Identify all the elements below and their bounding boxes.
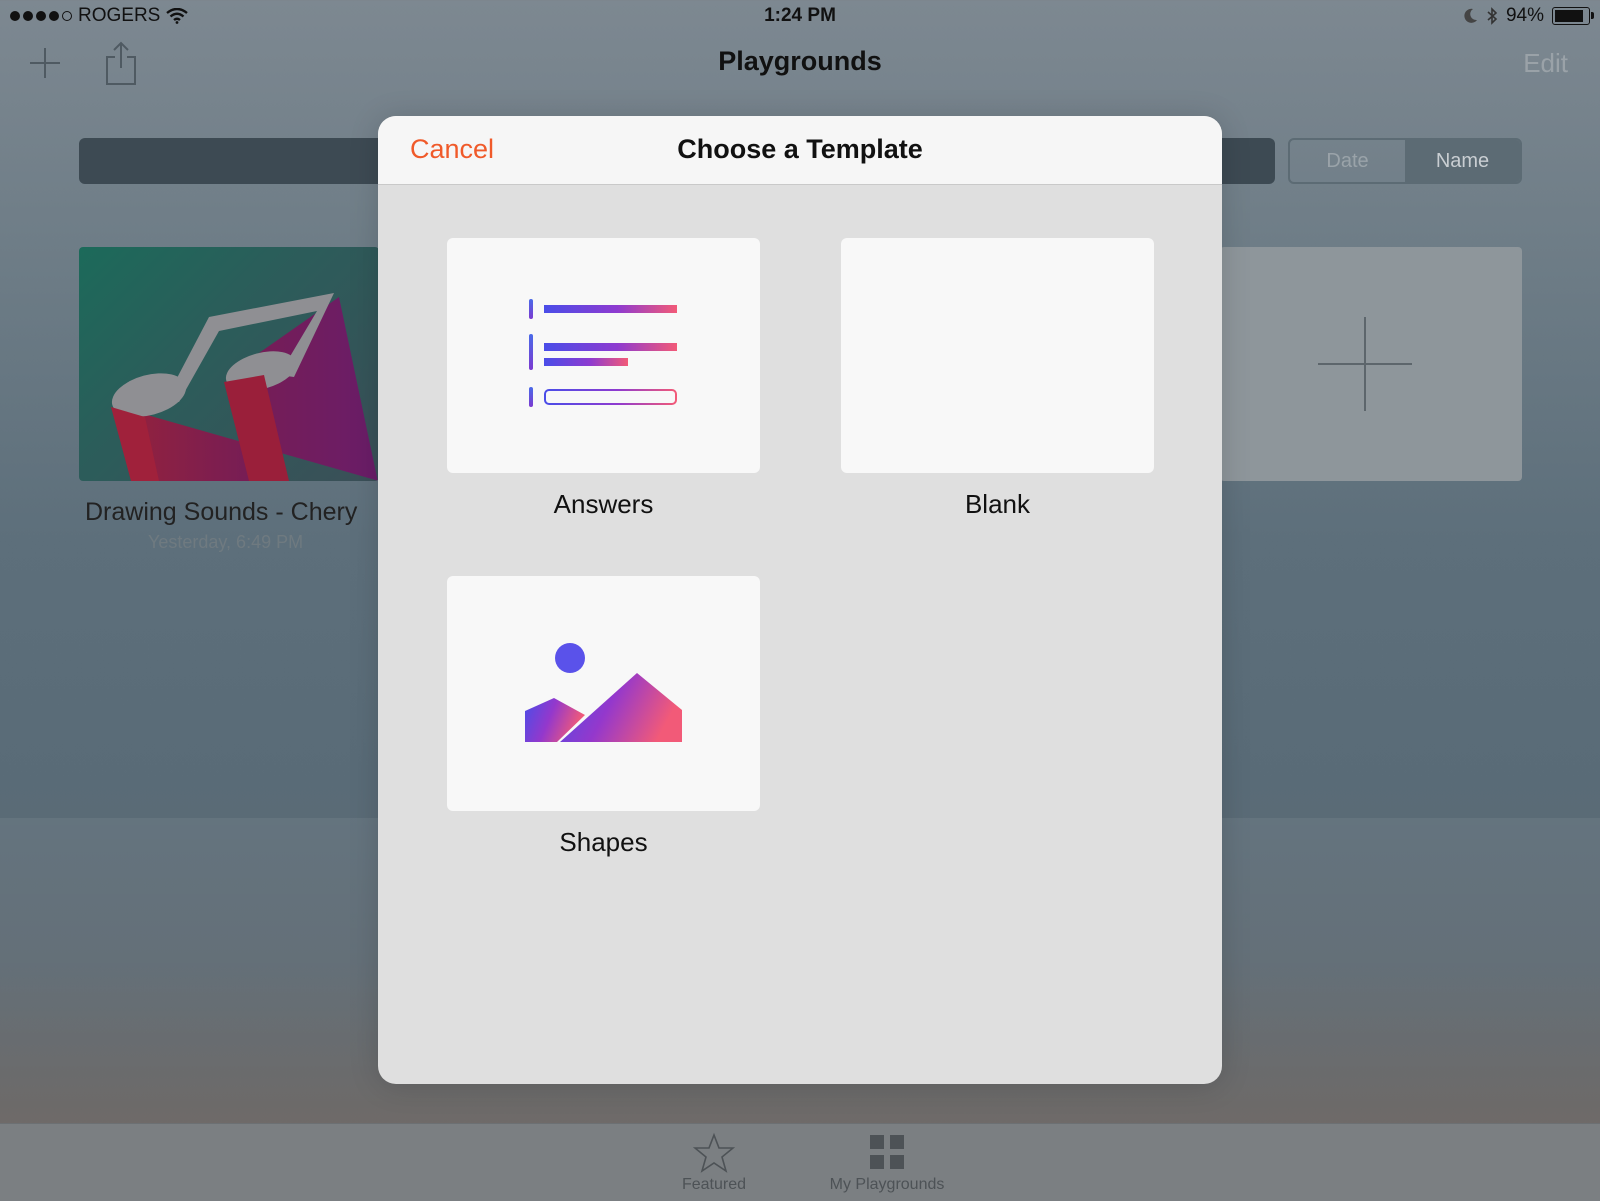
shapes-template-icon [525,643,682,742]
status-right: 94% [1464,5,1594,27]
tab-bar: Featured My Playgrounds [0,1123,1600,1201]
status-bar: ROGERS 1:24 PM 94% [0,0,1600,34]
template-blank-label: Blank [964,489,1031,519]
status-time: 1:24 PM [764,5,836,26]
sort-date-option[interactable]: Date [1290,140,1405,182]
sort-segmented-control[interactable]: Date Name [1288,138,1522,184]
template-blank-thumbnail[interactable] [841,238,1154,473]
tab-my-playgrounds-label: My Playgrounds [829,1176,945,1193]
moon-icon [1464,8,1477,23]
plus-icon [1318,317,1412,411]
sort-name-option[interactable]: Name [1405,140,1520,182]
music-note-icon [111,293,379,481]
template-answers[interactable]: Answers [447,238,760,520]
playground-date: Yesterday, 6:49 PM [148,532,304,552]
battery-icon [1552,7,1594,25]
playground-title: Drawing Sounds - Chery [85,498,358,526]
template-answers-thumbnail[interactable] [447,238,760,473]
template-picker-modal: Cancel Choose a Template Answers Blank S… [378,116,1222,1084]
page-title: Playgrounds [718,46,882,76]
template-shapes[interactable]: Shapes [447,576,760,858]
grid-icon [870,1135,904,1169]
modal-header: Cancel Choose a Template [378,116,1222,185]
star-icon [693,1132,735,1173]
battery-percent: 94% [1505,5,1544,26]
edit-button[interactable]: Edit [1523,48,1568,79]
new-playground-card[interactable] [1220,247,1522,481]
answers-template-icon [529,299,677,407]
template-answers-label: Answers [553,489,654,519]
template-blank[interactable]: Blank [841,238,1154,520]
playground-thumbnail[interactable] [79,247,379,481]
bluetooth-icon [1487,7,1498,25]
modal-title: Choose a Template [677,134,923,164]
template-shapes-label: Shapes [559,827,648,857]
tab-featured-label: Featured [681,1176,747,1193]
tab-featured[interactable]: Featured [672,1132,756,1194]
template-shapes-thumbnail[interactable] [447,576,760,811]
tab-my-playgrounds[interactable]: My Playgrounds [822,1132,952,1194]
battery-fill [1555,10,1584,22]
